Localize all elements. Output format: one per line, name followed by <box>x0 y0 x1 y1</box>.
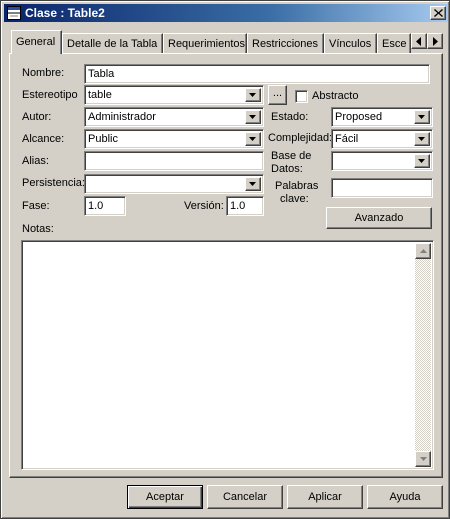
fase-input[interactable]: 1.0 <box>84 196 126 216</box>
title-bar[interactable]: Clase : Table2 <box>4 4 448 22</box>
nombre-label: Nombre: <box>22 67 65 79</box>
complejidad-select[interactable]: Fácil <box>331 129 433 149</box>
chevron-down-icon <box>249 115 256 119</box>
aceptar-button[interactable]: Aceptar <box>127 485 203 509</box>
complejidad-value: Fácil <box>335 133 359 145</box>
estado-value: Proposed <box>335 111 383 123</box>
notas-textarea[interactable] <box>21 240 434 470</box>
arrow-up-icon <box>420 249 427 253</box>
alcance-value: Public <box>88 133 118 145</box>
nombre-input[interactable]: Tabla <box>84 64 430 84</box>
notas-scrollbar[interactable] <box>415 243 431 467</box>
notas-label: Notas: <box>22 223 54 235</box>
complejidad-label: Complejidad: <box>268 132 333 144</box>
fase-label: Fase: <box>22 200 50 212</box>
tab-requerimientos[interactable]: Requerimientos <box>163 33 247 53</box>
arrow-left-icon <box>416 37 421 46</box>
arrow-down-icon <box>420 457 427 461</box>
tab-label: Vínculos <box>329 38 372 50</box>
scroll-up-button[interactable] <box>415 243 431 259</box>
abstracto-checkbox[interactable] <box>295 90 308 103</box>
estereotipo-dropdown-button[interactable] <box>245 88 261 102</box>
arrow-right-icon <box>433 37 438 46</box>
tab-label: Requerimientos <box>168 38 246 50</box>
close-button[interactable] <box>430 6 446 20</box>
tab-scroll-left-button[interactable] <box>411 33 427 49</box>
chevron-down-icon <box>418 137 425 141</box>
class-window-icon <box>6 5 22 21</box>
avanzado-button[interactable]: Avanzado <box>326 207 432 229</box>
tab-vinculos[interactable]: Vínculos <box>324 33 377 53</box>
version-input[interactable]: 1.0 <box>226 196 264 216</box>
palabras-clave-label: Palabras <box>275 180 319 192</box>
estereotipo-label: Estereotipo <box>22 89 78 101</box>
base-datos-label-2: Datos: <box>271 163 303 175</box>
alias-label: Alias: <box>22 155 49 167</box>
tab-label: Restricciones <box>252 38 319 50</box>
estado-dropdown-button[interactable] <box>414 110 430 124</box>
chevron-down-icon <box>249 93 256 97</box>
ayuda-button[interactable]: Ayuda <box>367 485 443 509</box>
persistencia-select[interactable] <box>84 174 264 194</box>
base-datos-dropdown-button[interactable] <box>414 154 430 168</box>
abstracto-label: Abstracto <box>312 90 359 102</box>
tab-detalle-tabla[interactable]: Detalle de la Tabla <box>62 33 163 53</box>
estereotipo-browse-button[interactable]: ... <box>268 85 287 105</box>
estado-select[interactable]: Proposed <box>331 107 433 127</box>
tab-label: General <box>16 36 56 48</box>
palabras-clave-label-2: clave: <box>280 193 309 205</box>
estado-label: Estado: <box>271 111 309 123</box>
chevron-down-icon <box>418 159 425 163</box>
palabras-clave-input[interactable] <box>331 178 433 198</box>
alcance-select[interactable]: Public <box>84 129 264 149</box>
tab-label: Esce <box>382 38 407 50</box>
complejidad-dropdown-button[interactable] <box>414 132 430 146</box>
scroll-down-button[interactable] <box>415 451 431 467</box>
tab-restricciones[interactable]: Restricciones <box>247 33 324 53</box>
version-label: Versión: <box>184 200 224 212</box>
class-dialog: Clase : Table2 General Detalle de la Tab… <box>0 0 450 519</box>
alcance-dropdown-button[interactable] <box>245 132 261 146</box>
autor-select[interactable]: Administrador <box>84 107 264 127</box>
chevron-down-icon <box>249 137 256 141</box>
tab-label: Detalle de la Tabla <box>67 38 158 50</box>
persistencia-label: Persistencia: <box>22 177 85 189</box>
close-icon <box>434 9 443 17</box>
aplicar-button[interactable]: Aplicar <box>287 485 363 509</box>
estereotipo-select[interactable]: table <box>84 85 264 105</box>
estereotipo-value: table <box>88 89 112 101</box>
alias-input[interactable] <box>84 151 264 171</box>
tab-scroll-right-button[interactable] <box>427 33 443 49</box>
base-datos-label: Base de <box>271 150 312 162</box>
tab-general[interactable]: General <box>11 30 62 54</box>
general-tab-panel: Nombre: Tabla Estereotipo table ... Abst… <box>9 53 443 478</box>
autor-label: Autor: <box>22 111 52 123</box>
chevron-down-icon <box>249 182 256 186</box>
persistencia-dropdown-button[interactable] <box>245 177 261 191</box>
autor-value: Administrador <box>88 111 156 123</box>
chevron-down-icon <box>418 115 425 119</box>
window-title: Clase : Table2 <box>25 6 105 20</box>
alcance-label: Alcance: <box>22 133 65 145</box>
tab-escenarios[interactable]: Esce <box>377 33 411 53</box>
base-datos-select[interactable] <box>331 151 433 171</box>
cancelar-button[interactable]: Cancelar <box>207 485 283 509</box>
autor-dropdown-button[interactable] <box>245 110 261 124</box>
